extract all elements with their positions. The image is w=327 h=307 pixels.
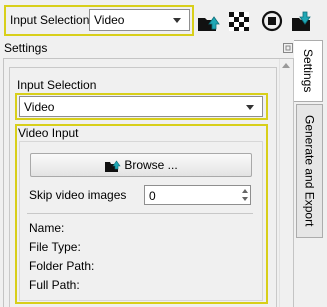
input-selection-label: Input Selection: bbox=[10, 13, 93, 27]
stop-circle-icon bbox=[261, 10, 283, 32]
folder-open-icon bbox=[105, 160, 121, 172]
file-type-label: File Type: bbox=[29, 240, 81, 254]
detach-icon[interactable] bbox=[283, 43, 293, 53]
chevron-down-icon bbox=[246, 104, 254, 110]
tab-generate-label: Generate and Export bbox=[302, 115, 317, 227]
open-button[interactable] bbox=[196, 8, 222, 34]
stop-button[interactable] bbox=[259, 8, 285, 34]
tab-generate-and-export[interactable]: Generate and Export bbox=[296, 104, 323, 238]
video-input-label: Video Input bbox=[18, 126, 79, 140]
settings-title: Settings bbox=[4, 41, 48, 55]
download-folder-icon bbox=[292, 11, 311, 31]
skip-video-label: Skip video images bbox=[29, 188, 127, 202]
spin-down-icon[interactable] bbox=[242, 197, 248, 201]
input-selection-value: Video bbox=[94, 13, 125, 27]
vertical-scrollbar[interactable] bbox=[279, 59, 293, 307]
upload-folder-icon bbox=[198, 16, 220, 31]
scroll-up-arrow[interactable] bbox=[282, 63, 290, 68]
input-selection-combobox-value: Video bbox=[24, 99, 55, 114]
skip-video-spinbox[interactable]: 0 bbox=[144, 185, 251, 205]
browse-label: Browse ... bbox=[124, 158, 178, 172]
tab-settings-label: Settings bbox=[301, 49, 315, 93]
folder-path-label: Folder Path: bbox=[29, 259, 95, 273]
tab-settings[interactable]: Settings bbox=[294, 40, 323, 102]
full-path-label: Full Path: bbox=[29, 278, 80, 292]
save-button[interactable] bbox=[290, 8, 316, 34]
divider bbox=[27, 213, 253, 214]
pattern-button[interactable] bbox=[226, 8, 252, 34]
spin-up-icon[interactable] bbox=[242, 189, 248, 193]
input-selection-combobox[interactable]: Video bbox=[19, 96, 263, 117]
skip-video-value: 0 bbox=[149, 189, 156, 203]
input-selection-dropdown[interactable]: Video bbox=[89, 9, 190, 31]
chevron-down-icon bbox=[173, 18, 181, 23]
browse-button[interactable]: Browse ... bbox=[30, 153, 252, 177]
name-label: Name: bbox=[29, 221, 65, 235]
checker-pattern-icon bbox=[229, 12, 249, 31]
input-selection-section-label: Input Selection bbox=[17, 78, 97, 92]
